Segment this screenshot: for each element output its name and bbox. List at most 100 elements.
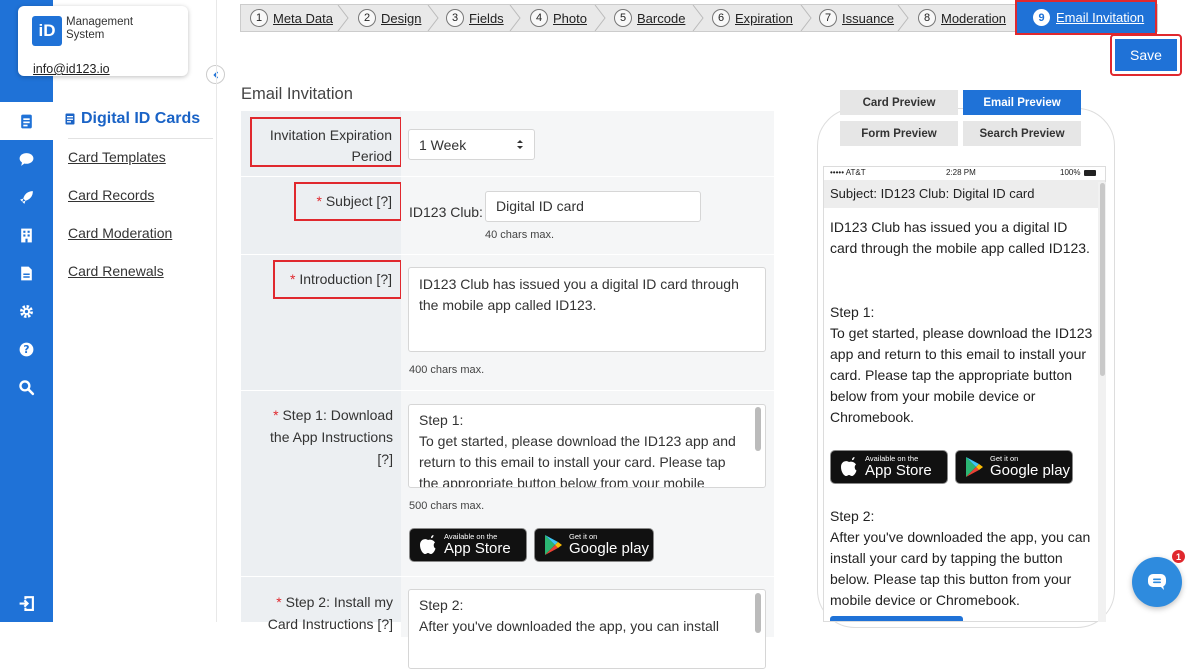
subject-label-text: Subject [?] — [325, 193, 392, 209]
textarea-scrollbar[interactable] — [755, 407, 761, 451]
form-row-step2: * Step 2: Install my Card Instructions [… — [241, 577, 774, 669]
step-meta-data[interactable]: 1 Meta Data — [250, 5, 333, 31]
chevron-right-icon — [897, 5, 909, 31]
step-number: 1 — [250, 9, 268, 27]
step-label: Moderation — [941, 10, 1007, 26]
step-number: 7 — [819, 9, 837, 27]
chevron-right-icon — [800, 5, 812, 31]
step-label: Email Invitation — [1056, 10, 1145, 25]
form-row-expiration: Invitation Expiration Period 1 Week — [241, 111, 774, 177]
expiration-select[interactable]: 1 Week — [408, 129, 535, 160]
app-store-badge[interactable]: Available on the App Store — [830, 450, 948, 484]
char-limit-note: 500 chars max. — [409, 500, 485, 512]
introduction-label-text: Introduction [?] — [299, 271, 392, 287]
google-play-icon — [966, 457, 983, 477]
gear-icon[interactable] — [0, 292, 53, 330]
google-play-big-text: Google play — [990, 462, 1071, 479]
step-number: 6 — [712, 9, 730, 27]
step2-label: Step 2: Install my Card Instructions [?] — [267, 594, 393, 632]
field-value-cell: Step 1: To get started, please download … — [401, 391, 774, 576]
step1-textarea[interactable]: Step 1: To get started, please download … — [408, 404, 766, 488]
field-label-cell: * Introduction [?] — [241, 255, 402, 390]
char-limit-note: 400 chars max. — [409, 364, 485, 376]
icon-rail: ? — [0, 0, 53, 622]
chevron-right-icon — [337, 5, 349, 31]
subject-input[interactable]: Digital ID card — [485, 191, 701, 222]
sidebar-item-card-renewals[interactable]: Card Renewals — [68, 263, 164, 279]
field-label-cell: * Step 1: Download the App Instructions … — [241, 391, 401, 576]
card-icon — [65, 113, 75, 125]
step-number: 4 — [530, 9, 548, 27]
introduction-textarea[interactable]: ID123 Club has issued you a digital ID c… — [408, 267, 766, 352]
help-icon[interactable]: ? — [0, 330, 53, 368]
install-card-button[interactable] — [830, 616, 963, 621]
step-issuance[interactable]: 7 Issuance — [819, 5, 894, 31]
step-number: 5 — [614, 9, 632, 27]
subject-prefix: ID123 Club: — [409, 204, 483, 220]
step-label: Photo — [553, 10, 587, 26]
sidebar-item-card-moderation[interactable]: Card Moderation — [68, 225, 172, 241]
building-icon[interactable] — [0, 216, 53, 254]
email-preview-screen: ••••• AT&T 2:28 PM 100% Subject: ID123 C… — [823, 166, 1106, 622]
account-email-link[interactable]: info@id123.io — [33, 62, 110, 76]
chevron-right-icon — [427, 5, 439, 31]
email-step1-body: To get started, please download the ID12… — [830, 325, 1093, 425]
step-label: Design — [381, 10, 422, 26]
step-expiration[interactable]: 6 Expiration — [712, 5, 793, 31]
step-label: Fields — [469, 10, 504, 26]
rocket-icon[interactable] — [0, 178, 53, 216]
save-button[interactable]: Save — [1110, 34, 1182, 76]
step-label: Barcode — [637, 10, 686, 26]
app-store-big-text: App Store — [865, 462, 932, 479]
step-email-invitation[interactable]: 9 Email Invitation — [1015, 0, 1157, 35]
step-label: Expiration — [735, 10, 793, 26]
email-invitation-form: Invitation Expiration Period 1 Week * Su… — [241, 111, 774, 669]
select-arrows-icon — [517, 140, 523, 149]
sidebar-item-card-templates[interactable]: Card Templates — [68, 149, 166, 165]
step-fields[interactable]: 3 Fields — [446, 5, 504, 31]
form-row-subject: * Subject [?] ID123 Club: Digital ID car… — [241, 177, 774, 255]
step-label: Issuance — [842, 10, 895, 26]
subject-label: * Subject [?] — [294, 182, 402, 221]
tab-search-preview[interactable]: Search Preview — [963, 121, 1081, 146]
required-marker: * — [273, 407, 279, 423]
chevron-right-icon — [509, 5, 521, 31]
sidebar-heading: Digital ID Cards — [65, 110, 200, 128]
divider — [216, 0, 217, 622]
textarea-scrollbar[interactable] — [755, 593, 761, 633]
google-play-badge[interactable]: Get it on Google play — [955, 450, 1073, 484]
chat-icon[interactable] — [0, 140, 53, 178]
page-title: Email Invitation — [241, 85, 353, 103]
field-value-cell: Step 2: After you've downloaded the app,… — [401, 577, 774, 669]
char-limit-note: 40 chars max. — [485, 229, 555, 241]
required-marker: * — [290, 271, 296, 287]
logout-icon[interactable] — [0, 584, 53, 622]
step-number: 3 — [446, 9, 464, 27]
chevron-right-icon — [594, 5, 606, 31]
battery-icon — [1084, 170, 1096, 176]
field-value-cell: ID123 Club: Digital ID card 40 chars max… — [401, 177, 774, 254]
step-design[interactable]: 2 Design — [358, 5, 421, 31]
email-intro: ID123 Club has issued you a digital ID c… — [830, 219, 1090, 256]
step-moderation[interactable]: 8 Moderation — [918, 5, 1006, 31]
card-icon[interactable] — [0, 102, 53, 140]
sidebar-item-card-records[interactable]: Card Records — [68, 187, 154, 203]
chat-icon — [1148, 574, 1166, 590]
tab-form-preview[interactable]: Form Preview — [840, 121, 958, 146]
app-store-badge: Available on the App Store — [409, 528, 527, 562]
tab-email-preview[interactable]: Email Preview — [963, 90, 1081, 115]
expiration-label: Invitation Expiration Period — [250, 117, 402, 167]
field-label-cell: * Step 2: Install my Card Instructions [… — [241, 577, 401, 637]
step-barcode[interactable]: 5 Barcode — [614, 5, 685, 31]
field-value-cell: ID123 Club has issued you a digital ID c… — [401, 255, 774, 390]
tab-card-preview[interactable]: Card Preview — [840, 90, 958, 115]
chat-unread-badge: 1 — [1171, 549, 1186, 564]
preview-scrollbar-thumb[interactable] — [1100, 183, 1105, 376]
step-photo[interactable]: 4 Photo — [530, 5, 587, 31]
chat-button[interactable] — [1132, 557, 1182, 607]
search-icon[interactable] — [0, 368, 53, 406]
document-icon[interactable] — [0, 254, 53, 292]
step2-textarea[interactable]: Step 2: After you've downloaded the app,… — [408, 589, 766, 669]
field-value-cell: 1 Week — [401, 111, 774, 176]
apple-icon — [841, 457, 857, 476]
